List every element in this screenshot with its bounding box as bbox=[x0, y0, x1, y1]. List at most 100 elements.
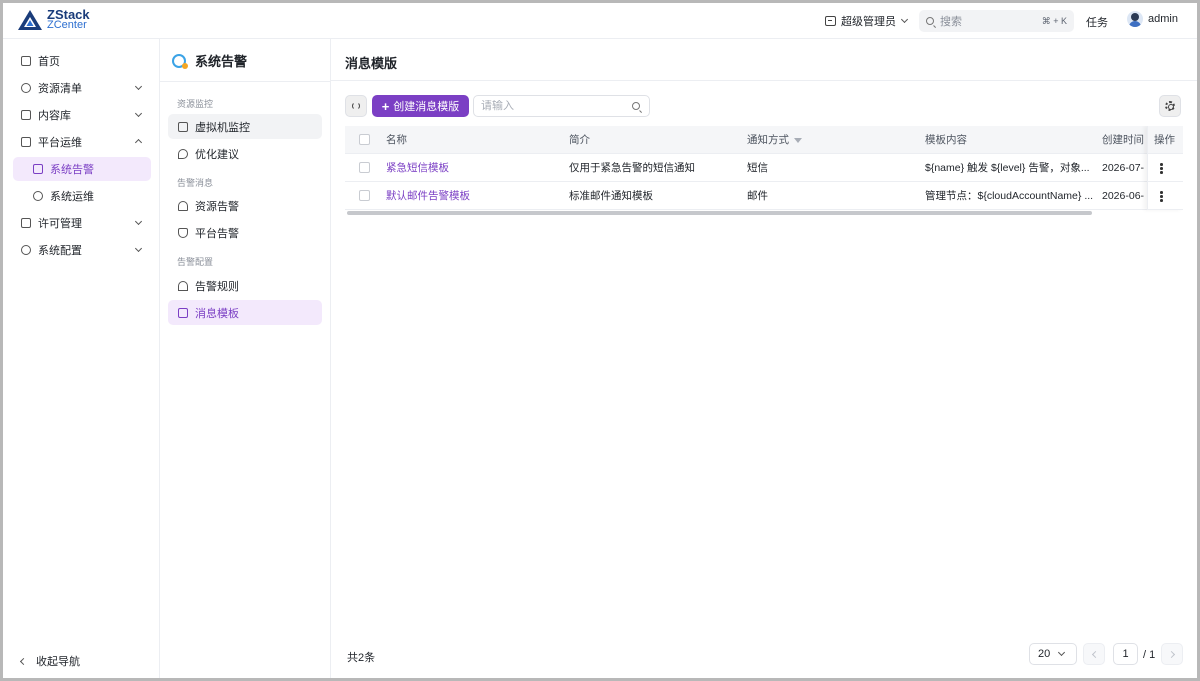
create-template-label: 创建消息模版 bbox=[393, 101, 460, 113]
template-method: 邮件 bbox=[747, 190, 768, 202]
table-settings-button[interactable] bbox=[1159, 95, 1181, 117]
page-title: 消息模版 bbox=[345, 56, 398, 71]
page-total: / 1 bbox=[1143, 649, 1156, 661]
filter-icon[interactable] bbox=[794, 137, 802, 143]
row-actions bbox=[1148, 182, 1183, 210]
main-content: 消息模版 + 创建消息模版 名称 简介 通知方式 模板内容 创建 bbox=[331, 39, 1197, 678]
page-size-select[interactable]: 20 bbox=[1029, 643, 1077, 665]
sidebar-item-label: 系统运维 bbox=[50, 191, 94, 203]
chevron-down-icon bbox=[1058, 648, 1066, 657]
sidebar-item-license[interactable]: 许可管理 bbox=[13, 211, 151, 235]
template-desc: 仅用于紧急告警的短信通知 bbox=[569, 162, 695, 174]
collapse-nav-label: 收起导航 bbox=[36, 656, 80, 668]
sidebar-item-label: 内容库 bbox=[38, 110, 71, 122]
template-method: 短信 bbox=[747, 162, 768, 174]
more-actions-icon[interactable] bbox=[1160, 163, 1163, 174]
clock-icon bbox=[33, 191, 43, 201]
create-template-button[interactable]: + 创建消息模版 bbox=[372, 95, 469, 117]
sidebar-item-home[interactable]: 首页 bbox=[13, 49, 151, 73]
sidebar-item-system-alerts[interactable]: 系统告警 bbox=[13, 157, 151, 181]
table-row: 默认邮件告警模板 标准邮件通知模板 邮件 管理节点：${cloudAccount… bbox=[345, 182, 1183, 210]
column-header-content: 模板内容 bbox=[925, 134, 967, 146]
monitor-icon bbox=[178, 121, 188, 132]
select-all-checkbox[interactable] bbox=[359, 134, 370, 145]
template-name-link[interactable]: 默认邮件告警模板 bbox=[386, 182, 556, 210]
sidebar-item-label: 许可管理 bbox=[38, 218, 82, 230]
column-header-name: 名称 bbox=[386, 134, 407, 146]
prev-page-button[interactable] bbox=[1083, 643, 1105, 665]
subnav-item-label: 平台告警 bbox=[195, 227, 239, 240]
next-page-button[interactable] bbox=[1161, 643, 1183, 665]
inbox-icon bbox=[21, 137, 31, 147]
template-search bbox=[473, 95, 650, 117]
brand-product: ZCenter bbox=[47, 19, 87, 31]
gear-icon bbox=[21, 245, 31, 255]
template-search-input[interactable] bbox=[481, 100, 621, 112]
template-desc: 标准邮件通知模板 bbox=[569, 190, 653, 202]
column-header-created: 创建时间 bbox=[1102, 134, 1144, 146]
table-row: 紧急短信模板 仅用于紧急告警的短信通知 短信 ${name} 触发 ${leve… bbox=[345, 154, 1183, 182]
global-search[interactable]: 搜索 ⌘ + K bbox=[919, 10, 1074, 32]
refresh-icon bbox=[352, 102, 360, 110]
template-name-link[interactable]: 紧急短信模板 bbox=[386, 154, 556, 182]
subnav-item-label: 资源告警 bbox=[195, 200, 239, 213]
subnav-item-platform-alerts[interactable]: 平台告警 bbox=[168, 220, 322, 245]
subnav-item-message-templates[interactable]: 消息模板 bbox=[168, 300, 322, 325]
role-switcher[interactable]: 超级管理员 bbox=[825, 13, 909, 29]
chevron-down-icon bbox=[134, 109, 143, 118]
license-icon bbox=[21, 218, 31, 228]
sidebar-item-label: 平台运维 bbox=[38, 137, 82, 149]
brand-logo[interactable]: ZStack ZCenter bbox=[17, 8, 90, 31]
subnav-item-resource-alerts[interactable]: 资源告警 bbox=[168, 193, 322, 218]
actions-column: 操作 bbox=[1147, 126, 1183, 210]
sidebar-item-system-config[interactable]: 系统配置 bbox=[13, 238, 151, 262]
row-checkbox[interactable] bbox=[359, 190, 370, 201]
subnav-group-label: 告警配置 bbox=[177, 257, 214, 267]
home-icon bbox=[21, 56, 31, 66]
library-icon bbox=[21, 110, 31, 120]
search-icon[interactable] bbox=[632, 102, 640, 110]
subnav-item-vm-monitor[interactable]: 虚拟机监控 bbox=[168, 114, 322, 139]
app-window: ZStack ZCenter 超级管理员 搜索 ⌘ + K 任务 admin 首… bbox=[3, 3, 1197, 678]
table-header: 名称 简介 通知方式 模板内容 创建时间 bbox=[345, 126, 1183, 154]
sidebar-item-label: 首页 bbox=[38, 56, 60, 68]
horizontal-scrollbar[interactable] bbox=[347, 211, 1092, 215]
sidebar-item-platform-ops[interactable]: 平台运维 bbox=[13, 130, 151, 154]
document-icon bbox=[178, 307, 188, 318]
sidebar-item-library[interactable]: 内容库 bbox=[13, 103, 151, 127]
chevron-left-icon bbox=[1091, 650, 1099, 658]
sidebar-item-system-ops[interactable]: 系统运维 bbox=[13, 184, 151, 208]
refresh-button[interactable] bbox=[345, 95, 367, 117]
shield-alert-icon bbox=[178, 227, 188, 238]
current-page-input[interactable]: 1 bbox=[1113, 643, 1138, 665]
divider bbox=[160, 81, 331, 82]
alert-doc-icon bbox=[33, 164, 43, 174]
plus-icon: + bbox=[381, 98, 390, 114]
sidebar-item-label: 资源清单 bbox=[38, 83, 82, 95]
sidebar-item-label: 系统告警 bbox=[50, 164, 94, 176]
role-icon bbox=[825, 16, 836, 26]
template-content: 管理节点：${cloudAccountName} ... bbox=[925, 190, 1094, 202]
subnav-item-optimization[interactable]: 优化建议 bbox=[168, 141, 322, 166]
search-shortcut: ⌘ + K bbox=[1041, 15, 1067, 26]
chevron-right-icon bbox=[1167, 650, 1175, 658]
zstack-logo-icon bbox=[18, 10, 42, 30]
alert-badge-icon bbox=[172, 53, 188, 69]
tasks-button[interactable]: 任务 bbox=[1086, 14, 1108, 30]
subnav-header: 系统告警 bbox=[172, 51, 247, 70]
subnav-item-label: 优化建议 bbox=[195, 148, 239, 161]
template-content: ${name} 触发 ${level} 告警，对象... bbox=[925, 162, 1090, 174]
role-label: 超级管理员 bbox=[841, 16, 896, 28]
subnav-item-alert-rules[interactable]: 告警规则 bbox=[168, 273, 322, 298]
column-header-method: 通知方式 bbox=[747, 126, 917, 154]
collapse-nav-button[interactable]: 收起导航 bbox=[19, 653, 80, 669]
column-header-desc: 简介 bbox=[569, 134, 590, 146]
sidebar-item-resources[interactable]: 资源清单 bbox=[13, 76, 151, 100]
subnav-panel: 系统告警 资源监控 虚拟机监控 优化建议 告警消息 资源告警 平台告警 告警配置… bbox=[160, 39, 331, 678]
user-menu[interactable]: admin bbox=[1127, 11, 1178, 27]
gear-icon bbox=[1165, 101, 1175, 111]
more-actions-icon[interactable] bbox=[1160, 191, 1163, 202]
row-checkbox[interactable] bbox=[359, 162, 370, 173]
page-size-value: 20 bbox=[1038, 648, 1051, 660]
column-header-actions: 操作 bbox=[1148, 126, 1183, 154]
